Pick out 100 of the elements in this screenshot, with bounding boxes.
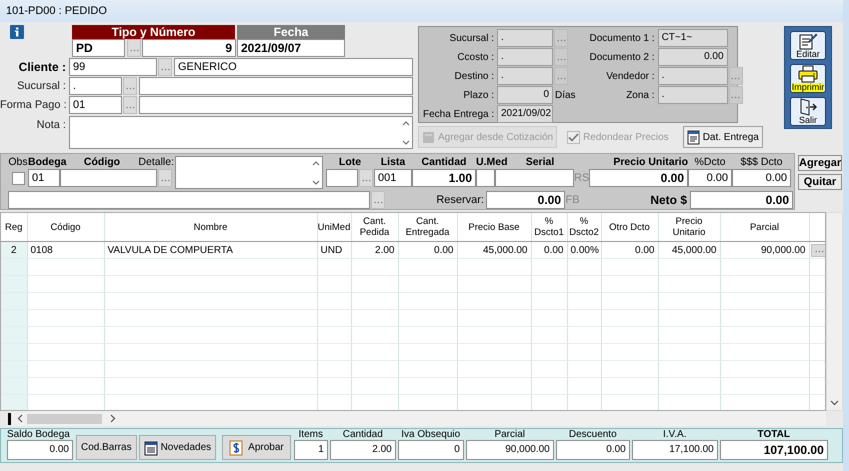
column-header[interactable]: Precio Unitario xyxy=(658,213,720,242)
ellipsis-icon xyxy=(126,106,134,109)
note-field[interactable] xyxy=(69,116,413,149)
text-field[interactable]: . xyxy=(69,77,122,95)
square-icon xyxy=(422,130,435,144)
text-field[interactable]: 90,000.00 xyxy=(466,440,554,460)
field-label: Vendedor : xyxy=(605,70,656,82)
column-label: Lista xyxy=(380,156,406,168)
scroll-left-icon[interactable] xyxy=(17,414,23,423)
text-field[interactable] xyxy=(139,96,413,114)
dollar-document-icon xyxy=(229,440,246,456)
footer-button[interactable]: Cod.Barras xyxy=(76,435,137,460)
column-header[interactable]: Otro Dcto xyxy=(601,213,658,242)
text-field[interactable]: 0 xyxy=(398,440,464,460)
unit-label: Días xyxy=(555,90,576,100)
column-header[interactable]: Cant. Entregada xyxy=(398,213,457,242)
text-field[interactable]: . xyxy=(497,67,553,85)
info-icon[interactable] xyxy=(10,25,24,39)
text-field[interactable]: . xyxy=(658,86,728,104)
column-header[interactable]: Cant. Pedida xyxy=(351,213,398,242)
text-field[interactable]: 0.00 xyxy=(658,48,728,66)
text-field[interactable]: 0.00 xyxy=(589,169,688,187)
text-field[interactable]: 0.00 xyxy=(690,191,793,209)
text-field[interactable]: . xyxy=(497,29,553,47)
text-field[interactable] xyxy=(326,169,358,187)
text-field[interactable]: 2021/09/02 xyxy=(497,105,553,123)
column-label: Serial xyxy=(524,156,556,168)
notepad-icon xyxy=(144,440,158,456)
ellipsis-icon xyxy=(126,87,134,90)
text-field[interactable]: 1 xyxy=(294,440,328,460)
column-header[interactable]: % Dscto1 xyxy=(531,213,567,242)
text-field[interactable]: . xyxy=(497,48,553,66)
text-field[interactable]: 0.00 xyxy=(556,440,630,460)
text-field[interactable] xyxy=(8,191,370,209)
field-label: Cliente : xyxy=(18,60,67,74)
toolbar-button[interactable]: Editar xyxy=(790,31,826,60)
action-button[interactable]: Agregar xyxy=(798,155,842,171)
text-field[interactable]: 0 xyxy=(497,86,553,104)
column-header[interactable]: Código xyxy=(27,213,104,242)
toolbar-button[interactable]: Salir xyxy=(790,97,826,126)
field-label: Forma Pago : xyxy=(0,99,68,111)
text-field[interactable]: 001 xyxy=(374,169,412,187)
table-cell: 0.00% xyxy=(567,242,601,258)
column-label: Detalle: xyxy=(137,156,174,168)
field-label: Sucursal : xyxy=(16,80,67,92)
text-field[interactable] xyxy=(60,169,157,187)
text-field[interactable]: 107,100.00 xyxy=(720,440,828,460)
scroll-right-icon[interactable] xyxy=(110,414,116,423)
text-field[interactable]: 0.00 xyxy=(732,169,791,187)
action-button[interactable]: Dat. Entrega xyxy=(682,126,763,148)
text-field[interactable]: PD xyxy=(72,39,125,57)
column-label: %Dcto xyxy=(694,156,726,168)
field-label: Ccosto : xyxy=(456,52,495,62)
table-cell: 45,000.00 xyxy=(658,242,720,258)
column-label: Lote xyxy=(338,156,362,168)
column-header[interactable]: UniMed xyxy=(317,213,351,242)
text-field[interactable]: 9 xyxy=(142,39,236,57)
text-field[interactable]: CT~1~ xyxy=(658,29,728,47)
browse-button[interactable] xyxy=(810,244,825,256)
action-button[interactable]: Quitar xyxy=(798,174,842,190)
field-label: Documento 2 : xyxy=(588,52,656,62)
ellipsis-icon xyxy=(362,179,370,182)
field-label: Reservar: xyxy=(435,194,485,206)
vertical-scrollbar[interactable] xyxy=(826,212,843,411)
column-label: Código xyxy=(82,156,122,168)
text-field[interactable] xyxy=(495,169,574,187)
ellipsis-icon xyxy=(374,201,382,204)
ellipsis-icon xyxy=(556,39,566,42)
field-label: Neto $ xyxy=(649,193,688,207)
table-cell: 45,000.00 xyxy=(457,242,531,258)
horizontal-scrollbar[interactable] xyxy=(11,411,826,426)
text-field[interactable]: 0.00 xyxy=(486,191,565,209)
text-field[interactable]: 17,100.00 xyxy=(632,440,718,460)
text-field[interactable]: 2.00 xyxy=(330,440,396,460)
column-header[interactable]: % Dscto2 xyxy=(567,213,601,242)
toolbar-button[interactable]: Imprimir xyxy=(790,64,826,93)
field-label: Descuento xyxy=(568,429,618,440)
text-field[interactable] xyxy=(139,77,413,95)
field-tag: FB xyxy=(565,194,580,206)
field-label: Saldo Bodega xyxy=(7,429,71,440)
text-field[interactable]: 99 xyxy=(69,58,157,76)
footer-button[interactable]: Aprobar xyxy=(222,435,291,460)
detail-field[interactable] xyxy=(175,156,323,189)
column-header[interactable]: Nombre xyxy=(104,213,317,242)
column-header[interactable]: Precio Base xyxy=(457,213,531,242)
text-field[interactable]: GENERICO xyxy=(174,58,413,76)
text-field[interactable]: . xyxy=(658,67,728,85)
column-header: Fecha xyxy=(237,25,345,39)
scroll-thumb[interactable] xyxy=(27,414,102,424)
text-field[interactable]: 01 xyxy=(28,169,60,187)
text-field[interactable] xyxy=(476,169,495,187)
scroll-down-icon[interactable] xyxy=(830,400,839,406)
footer-button[interactable]: Novedades xyxy=(138,435,216,460)
text-field[interactable]: 0.00 xyxy=(688,169,732,187)
text-field[interactable]: 0.00 xyxy=(7,440,73,460)
checkbox[interactable] xyxy=(12,172,24,184)
text-field[interactable]: 2021/09/07 xyxy=(237,39,345,57)
column-header[interactable]: Parcial xyxy=(720,213,809,242)
text-field[interactable]: 01 xyxy=(69,96,122,114)
text-field[interactable]: 1.00 xyxy=(412,169,476,187)
